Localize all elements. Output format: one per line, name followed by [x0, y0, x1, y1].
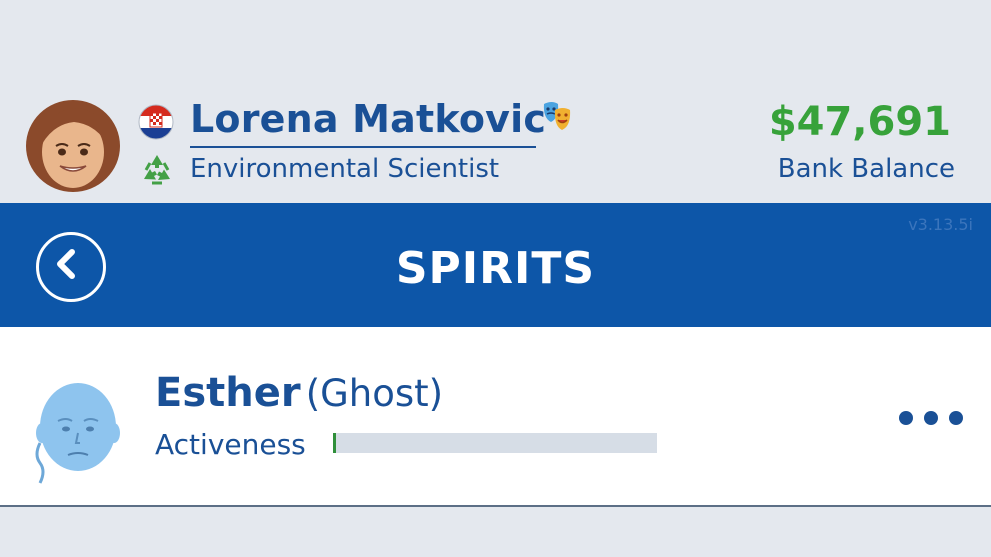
occupation-label: Environmental Scientist	[190, 154, 500, 184]
page-title: SPIRITS	[395, 243, 596, 294]
activeness-bar	[333, 433, 657, 453]
recycle-icon	[144, 155, 170, 185]
player-name-underline	[190, 146, 536, 148]
bank-balance-amount: $47,691	[768, 99, 951, 145]
spirit-type: (Ghost)	[305, 372, 444, 415]
bank-balance-label: Bank Balance	[777, 154, 955, 184]
player-name[interactable]: Lorena Matkovic	[190, 94, 546, 144]
ghost-avatar	[35, 383, 120, 484]
theater-masks-icon	[543, 102, 571, 130]
profile-header: Lorena Matkovic Environmental Scientist …	[0, 0, 991, 203]
player-avatar[interactable]	[24, 96, 122, 194]
activeness-bar-fill	[333, 433, 336, 453]
ellipsis-icon[interactable]	[899, 411, 963, 425]
spirit-name: Esther	[155, 370, 301, 416]
spirit-title: Esther (Ghost)	[155, 367, 443, 427]
activeness-label: Activeness	[155, 428, 306, 461]
croatia-flag-icon	[138, 104, 174, 140]
row-divider	[0, 505, 991, 507]
version-label: v3.13.5i	[908, 215, 973, 234]
title-bar: SPIRITS v3.13.5i	[0, 203, 991, 327]
spirit-list-item[interactable]: Esther (Ghost) Activeness	[0, 327, 991, 505]
